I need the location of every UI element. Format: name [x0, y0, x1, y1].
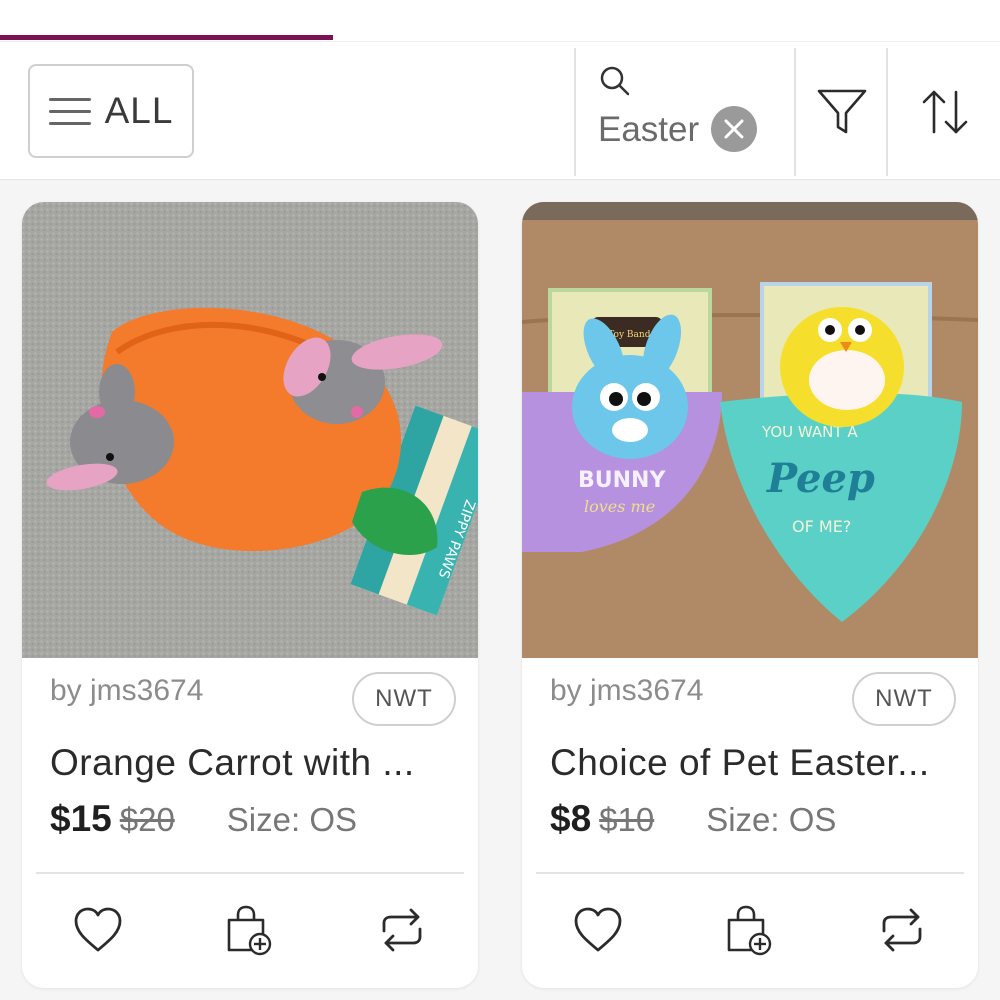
price: $8 — [550, 798, 592, 839]
original-price: $20 — [119, 801, 175, 838]
carrot-toy-image: ZIPPY PAWS — [22, 202, 478, 658]
bandana-text: loves me — [584, 497, 655, 516]
seller-name[interactable]: by jms3674 — [550, 674, 703, 708]
listing-title[interactable]: Choice of Pet Easter... — [550, 742, 960, 784]
category-menu-button[interactable]: ALL — [28, 64, 194, 158]
price: $15 — [50, 798, 112, 839]
heart-icon — [74, 907, 122, 952]
card-actions — [522, 892, 978, 968]
listing-photo[interactable]: Dog Toy Bandana BUNNY loves me YOU WANT … — [522, 202, 978, 658]
listing-card[interactable]: Dog Toy Bandana BUNNY loves me YOU WANT … — [522, 202, 978, 988]
listing-title[interactable]: Orange Carrot with ... — [50, 742, 460, 784]
loading-progress-fill — [0, 35, 333, 40]
size-label: Size: OS — [706, 801, 837, 838]
original-price: $10 — [599, 801, 655, 838]
like-button[interactable] — [68, 900, 128, 960]
divider — [886, 48, 888, 176]
heart-icon — [574, 907, 622, 952]
share-arrows-icon — [882, 908, 922, 952]
share-button[interactable] — [872, 900, 932, 960]
sort-button[interactable] — [889, 48, 1000, 176]
divider — [536, 872, 964, 874]
filter-bar: ALL Easter — [0, 42, 1000, 180]
like-button[interactable] — [568, 900, 628, 960]
listing-card[interactable]: ZIPPY PAWS by jms3674 NWT Orange Carrot … — [22, 202, 478, 988]
clear-search-button[interactable] — [711, 106, 757, 152]
listing-photo[interactable]: ZIPPY PAWS — [22, 202, 478, 658]
condition-badge: NWT — [352, 672, 456, 726]
card-actions — [22, 892, 478, 968]
funnel-icon — [817, 89, 867, 134]
hamburger-icon — [48, 96, 91, 126]
close-icon — [724, 119, 744, 139]
size-label: Size: OS — [226, 801, 358, 838]
search-field[interactable]: Easter — [578, 48, 794, 176]
bandana-text: Peep — [766, 455, 875, 502]
condition-badge: NWT — [852, 672, 956, 726]
add-to-bundle-button[interactable] — [218, 900, 278, 960]
top-bar — [0, 0, 1000, 42]
share-arrows-icon — [382, 908, 422, 952]
divider — [36, 872, 464, 874]
search-icon — [600, 66, 630, 96]
bandana-text: BUNNY — [578, 468, 666, 493]
divider — [574, 48, 576, 176]
bag-plus-icon — [227, 905, 272, 956]
sort-arrows-icon — [922, 90, 967, 134]
price-row: $8 $10 Size: OS — [550, 798, 836, 842]
seller-name[interactable]: by jms3674 — [50, 674, 203, 708]
search-term: Easter — [598, 110, 700, 149]
category-label: ALL — [104, 90, 174, 131]
bandana-toys-image: Dog Toy Bandana BUNNY loves me YOU WANT … — [522, 202, 978, 658]
add-to-bundle-button[interactable] — [718, 900, 778, 960]
filter-button[interactable] — [797, 48, 887, 176]
divider — [794, 48, 796, 176]
bandana-text: OF ME? — [792, 517, 851, 536]
loading-progress — [0, 35, 1000, 40]
price-row: $15 $20 Size: OS — [50, 798, 357, 842]
share-button[interactable] — [372, 900, 432, 960]
bag-plus-icon — [727, 905, 772, 956]
